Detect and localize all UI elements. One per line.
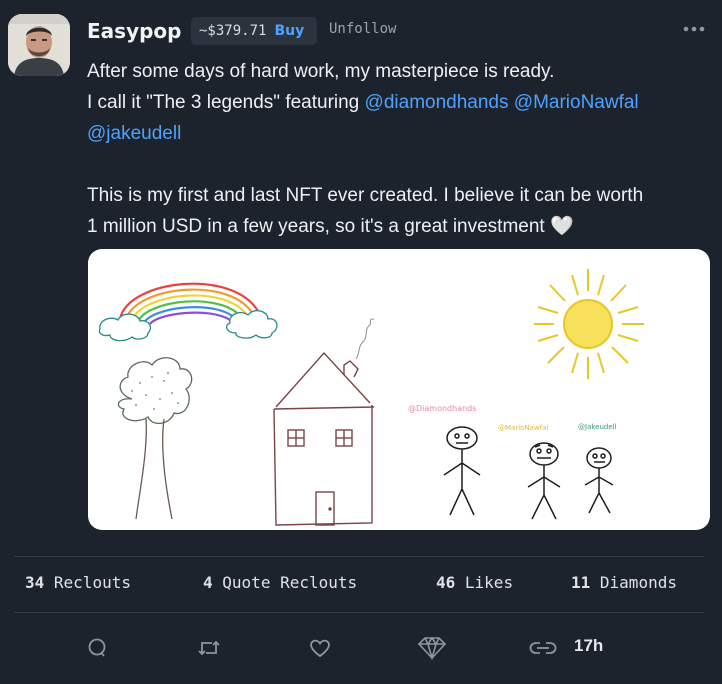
reclouts-label: Reclouts xyxy=(53,573,131,592)
buy-button[interactable]: Buy xyxy=(274,23,304,39)
action-bar: 17h xyxy=(0,634,722,662)
divider-bottom xyxy=(14,612,704,613)
post-line-4: This is my first and last NFT ever creat… xyxy=(87,185,644,206)
label-diamondhands: @Diamondhands xyxy=(408,404,476,413)
likes-stat[interactable]: 46 Likes xyxy=(436,573,513,592)
post-line-5: 1 million USD in a few years, so it's a … xyxy=(87,211,712,242)
reclout-icon[interactable] xyxy=(194,634,224,662)
label-marionawfal: @MarioNawfal xyxy=(498,424,548,432)
post-line-1: After some days of hard work, my masterp… xyxy=(87,61,555,82)
tree-drawing xyxy=(117,357,193,520)
label-jakeudell: @Jakeudell xyxy=(578,423,617,431)
diamond-icon[interactable] xyxy=(417,634,447,662)
divider-top xyxy=(14,556,704,557)
likes-count: 46 xyxy=(436,573,456,592)
post-time: 17h xyxy=(574,636,604,655)
stick-figures xyxy=(443,426,614,520)
diamonds-stat[interactable]: 11 Diamonds xyxy=(571,573,677,592)
post-line-3: @jakeudell xyxy=(87,118,712,149)
house-drawing xyxy=(273,318,375,526)
more-options-icon[interactable] xyxy=(683,17,705,38)
quote-reclouts-label: Quote Reclouts xyxy=(222,573,358,592)
post-line-2-text: I call it "The 3 legends" featuring xyxy=(87,92,365,113)
quote-reclouts-stat[interactable]: 4 Quote Reclouts xyxy=(203,573,357,592)
reclouts-count: 34 xyxy=(25,573,45,592)
price-chip[interactable]: ~$379.71 Buy xyxy=(191,17,317,45)
nft-drawing: @Diamondhands @MarioNawfal @Jakeudell xyxy=(98,269,644,526)
like-icon[interactable] xyxy=(305,634,335,662)
mention-jakeudell[interactable]: @jakeudell xyxy=(87,123,181,144)
unfollow-button[interactable]: Unfollow xyxy=(329,21,396,37)
post-line-5-text: 1 million USD in a few years, so it's a … xyxy=(87,216,550,237)
post-image[interactable]: @Diamondhands @MarioNawfal @Jakeudell xyxy=(88,249,710,530)
sun-drawing xyxy=(534,269,644,379)
stats-row: 34 Reclouts 4 Quote Reclouts 46 Likes 11… xyxy=(0,573,722,595)
diamonds-count: 11 xyxy=(571,573,591,592)
link-icon[interactable] xyxy=(528,634,558,662)
heart-emoji: 🤍 xyxy=(549,216,574,237)
post-body: After some days of hard work, my masterp… xyxy=(87,56,712,242)
post-line-2: I call it "The 3 legends" featuring @dia… xyxy=(87,87,712,118)
comment-icon[interactable] xyxy=(82,634,112,662)
reclouts-stat[interactable]: 34 Reclouts xyxy=(25,573,131,592)
avatar-image xyxy=(8,14,70,76)
cloud-drawings xyxy=(98,309,278,342)
coin-price: ~$379.71 xyxy=(199,23,267,39)
quote-reclouts-count: 4 xyxy=(203,573,213,592)
likes-label: Likes xyxy=(464,573,514,592)
post-spacer xyxy=(87,149,712,180)
mention-marionawfal[interactable]: @MarioNawfal xyxy=(514,92,639,113)
avatar[interactable] xyxy=(8,14,70,76)
author-name[interactable]: Easypop xyxy=(87,19,181,43)
mention-diamondhands[interactable]: @diamondhands xyxy=(365,92,509,113)
diamonds-label: Diamonds xyxy=(599,573,677,592)
